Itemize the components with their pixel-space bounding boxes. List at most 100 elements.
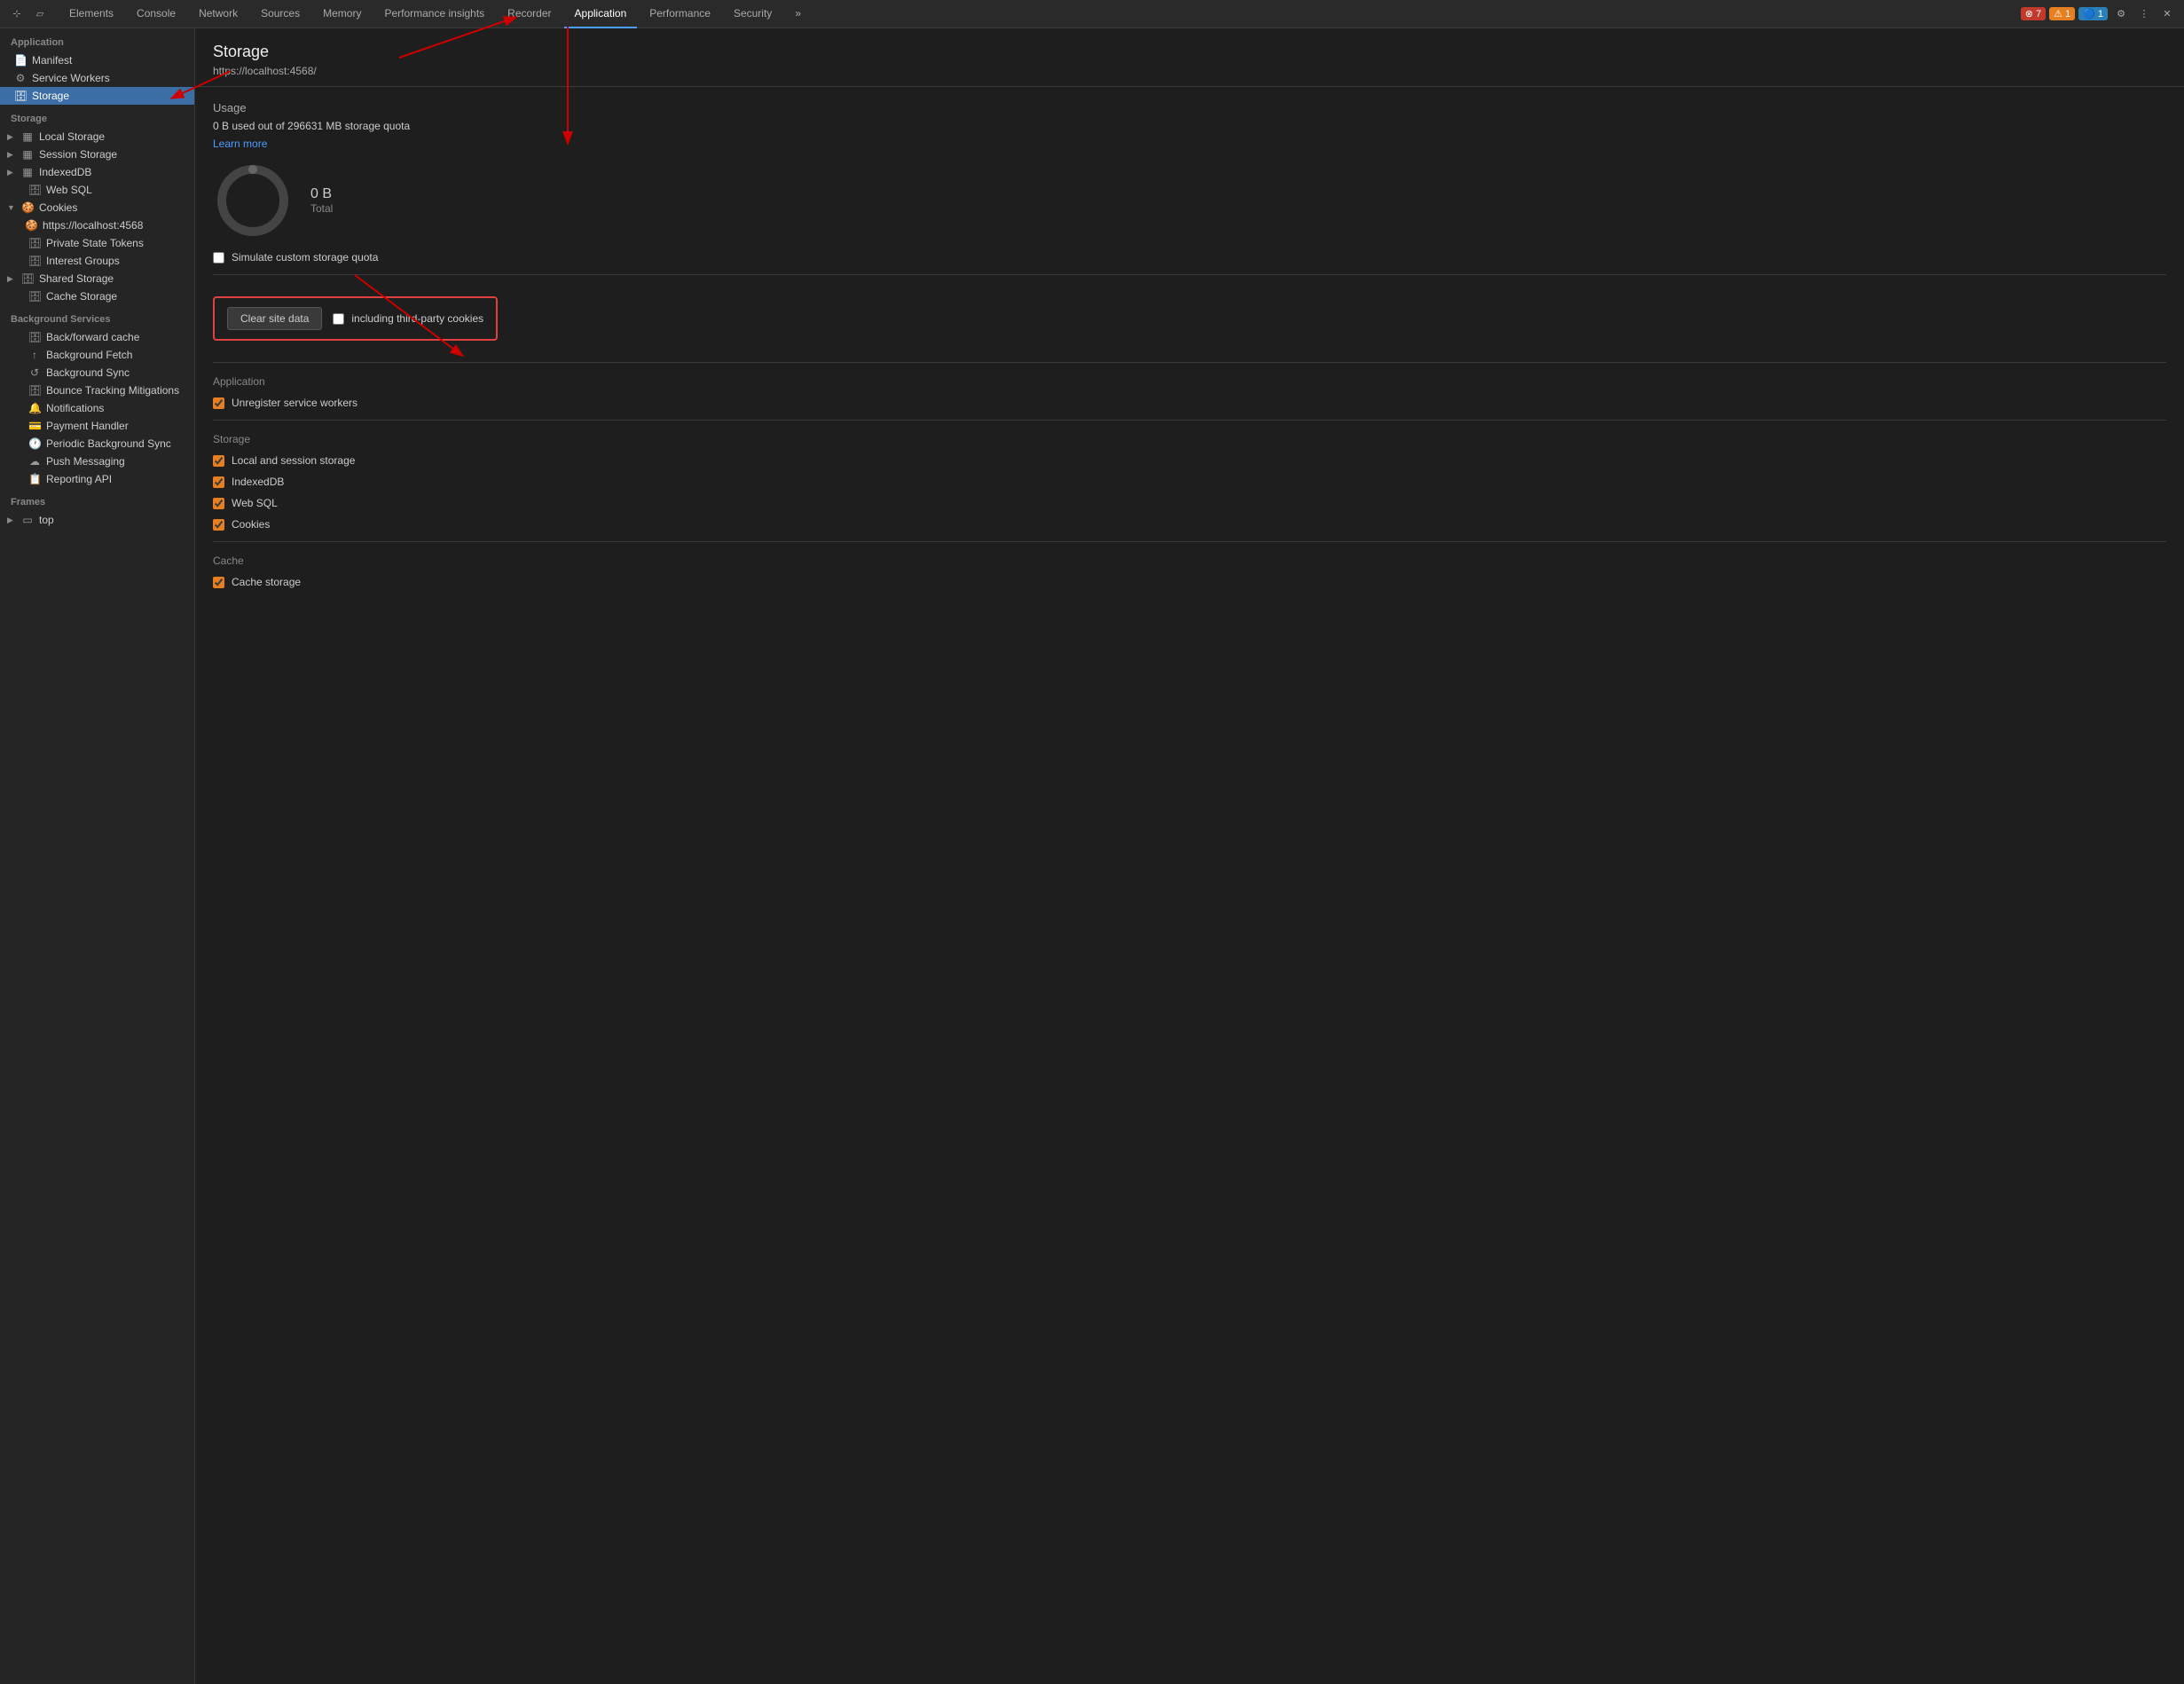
shared-storage-label: Shared Storage [39, 272, 114, 285]
notifications-label: Notifications [46, 402, 104, 414]
simulate-quota-checkbox[interactable] [213, 252, 224, 264]
toolbar-right: ⊗ 7 ⚠ 1 🔵 1 ⚙ ⋮ ✕ [2021, 4, 2177, 24]
inspect-icon[interactable]: ⊹ [7, 4, 27, 24]
frames-top-label: top [39, 514, 54, 526]
interest-groups-icon: 🗄 [28, 255, 41, 267]
back-forward-cache-label: Back/forward cache [46, 331, 139, 343]
error-badge[interactable]: ⊗ 7 [2021, 7, 2046, 20]
tab-more[interactable]: » [784, 0, 812, 28]
sidebar-item-indexeddb[interactable]: ▶ ▦ IndexedDB [0, 163, 194, 181]
background-fetch-label: Background Fetch [46, 349, 132, 361]
cookies-label: Cookies [39, 201, 77, 214]
service-workers-label: Service Workers [32, 72, 110, 84]
unregister-sw-label[interactable]: Unregister service workers [232, 397, 357, 409]
third-party-checkbox[interactable] [333, 313, 344, 325]
sidebar-item-web-sql[interactable]: 🗄 Web SQL [0, 181, 194, 199]
content-area: Storage https://localhost:4568/ Usage 0 … [195, 28, 2184, 1684]
sidebar-item-session-storage[interactable]: ▶ ▦ Session Storage [0, 146, 194, 163]
simulate-quota-label[interactable]: Simulate custom storage quota [232, 251, 378, 264]
sidebar-item-cookies[interactable]: ▼ 🍪 Cookies [0, 199, 194, 216]
push-messaging-label: Push Messaging [46, 455, 125, 468]
tab-recorder[interactable]: Recorder [497, 0, 562, 28]
web-sql-icon: 🗄 [28, 184, 41, 196]
usage-text: 0 B used out of 296631 MB storage quota [213, 120, 2166, 132]
devtools-toolbar: ⊹ ▱ Elements Console Network Sources Mem… [0, 0, 2184, 28]
sidebar-item-reporting-api[interactable]: 📋 Reporting API [0, 470, 194, 488]
storage-icon: 🗄 [14, 90, 27, 102]
unregister-sw-checkbox[interactable] [213, 397, 224, 409]
sidebar-item-manifest[interactable]: 📄 Manifest [0, 51, 194, 69]
cookies-url-icon: 🍪 [25, 219, 37, 232]
sidebar-item-payment-handler[interactable]: 💳 Payment Handler [0, 417, 194, 435]
tab-performance[interactable]: Performance [639, 0, 721, 28]
tab-performance-insights[interactable]: Performance insights [373, 0, 495, 28]
sidebar-item-background-fetch[interactable]: ↑ Background Fetch [0, 346, 194, 364]
sidebar-item-storage[interactable]: 🗄 Storage [0, 87, 194, 105]
web-sql-check-label[interactable]: Web SQL [232, 497, 278, 509]
storage-section-label: Storage [0, 105, 194, 128]
sidebar-item-shared-storage[interactable]: ▶ 🗄 Shared Storage [0, 270, 194, 287]
web-sql-checkbox[interactable] [213, 498, 224, 509]
indexeddb-check-label[interactable]: IndexedDB [232, 476, 284, 488]
tab-elements[interactable]: Elements [59, 0, 124, 28]
tab-security[interactable]: Security [723, 0, 782, 28]
simulate-quota-row: Simulate custom storage quota [213, 251, 2166, 264]
clear-site-data-section: Clear site data including third-party co… [213, 286, 2166, 351]
sidebar-item-interest-groups[interactable]: 🗄 Interest Groups [0, 252, 194, 270]
clear-btn-row: Clear site data including third-party co… [213, 296, 498, 341]
info-badge[interactable]: 🔵 1 [2078, 7, 2108, 20]
cache-storage-checkbox[interactable] [213, 577, 224, 588]
clear-site-data-button[interactable]: Clear site data [227, 307, 322, 330]
cookies-check-label[interactable]: Cookies [232, 518, 270, 531]
sidebar-item-push-messaging[interactable]: ☁ Push Messaging [0, 452, 194, 470]
shared-storage-icon: 🗄 [21, 272, 34, 285]
cache-storage-check-row: Cache storage [213, 576, 2166, 588]
sidebar-item-frames-top[interactable]: ▶ ▭ top [0, 511, 194, 529]
tab-console[interactable]: Console [126, 0, 186, 28]
more-options-icon[interactable]: ⋮ [2134, 4, 2154, 24]
settings-icon[interactable]: ⚙ [2111, 4, 2131, 24]
sidebar-item-cache-storage[interactable]: 🗄 Cache Storage [0, 287, 194, 305]
sidebar-item-notifications[interactable]: 🔔 Notifications [0, 399, 194, 417]
content-body: Usage 0 B used out of 296631 MB storage … [195, 87, 2184, 611]
sidebar-item-background-sync[interactable]: ↺ Background Sync [0, 364, 194, 382]
local-session-storage-row: Local and session storage [213, 454, 2166, 467]
device-icon[interactable]: ▱ [30, 4, 50, 24]
cache-storage-icon: 🗄 [28, 290, 41, 303]
tab-memory[interactable]: Memory [312, 0, 372, 28]
sidebar-item-bounce-tracking[interactable]: 🗄 Bounce Tracking Mitigations [0, 382, 194, 399]
private-state-tokens-icon: 🗄 [28, 237, 41, 249]
divider-2 [213, 362, 2166, 363]
notifications-icon: 🔔 [28, 402, 41, 414]
tab-network[interactable]: Network [188, 0, 248, 28]
tab-application[interactable]: Application [564, 0, 638, 28]
shared-storage-arrow: ▶ [7, 274, 16, 284]
cookies-checkbox[interactable] [213, 519, 224, 531]
cookies-url-label: https://localhost:4568 [43, 219, 143, 232]
sidebar-item-service-workers[interactable]: ⚙ Service Workers [0, 69, 194, 87]
tab-sources[interactable]: Sources [250, 0, 310, 28]
usage-heading: Usage [213, 101, 2166, 114]
learn-more-link[interactable]: Learn more [213, 138, 267, 150]
sidebar-item-private-state-tokens[interactable]: 🗄 Private State Tokens [0, 234, 194, 252]
frames-section-label: Frames [0, 488, 194, 511]
local-session-checkbox[interactable] [213, 455, 224, 467]
payment-handler-icon: 💳 [28, 420, 41, 432]
sidebar-item-cookies-url[interactable]: 🍪 https://localhost:4568 [0, 216, 194, 234]
warn-badge[interactable]: ⚠ 1 [2049, 7, 2075, 20]
sidebar-item-local-storage[interactable]: ▶ ▦ Local Storage [0, 128, 194, 146]
cache-storage-check-label[interactable]: Cache storage [232, 576, 301, 588]
divider-3 [213, 420, 2166, 421]
application-subsection-label: Application [213, 375, 2166, 388]
web-sql-check-row: Web SQL [213, 497, 2166, 509]
indexeddb-checkbox[interactable] [213, 476, 224, 488]
divider-1 [213, 274, 2166, 275]
local-session-label[interactable]: Local and session storage [232, 454, 355, 467]
sidebar-item-periodic-bg-sync[interactable]: 🕐 Periodic Background Sync [0, 435, 194, 452]
sidebar-item-back-forward-cache[interactable]: 🗄 Back/forward cache [0, 328, 194, 346]
close-icon[interactable]: ✕ [2157, 4, 2177, 24]
indexeddb-icon: ▦ [21, 166, 34, 178]
background-services-section-label: Background Services [0, 305, 194, 328]
third-party-label[interactable]: including third-party cookies [351, 312, 483, 325]
donut-chart-container: 0 B Total [213, 161, 2166, 240]
